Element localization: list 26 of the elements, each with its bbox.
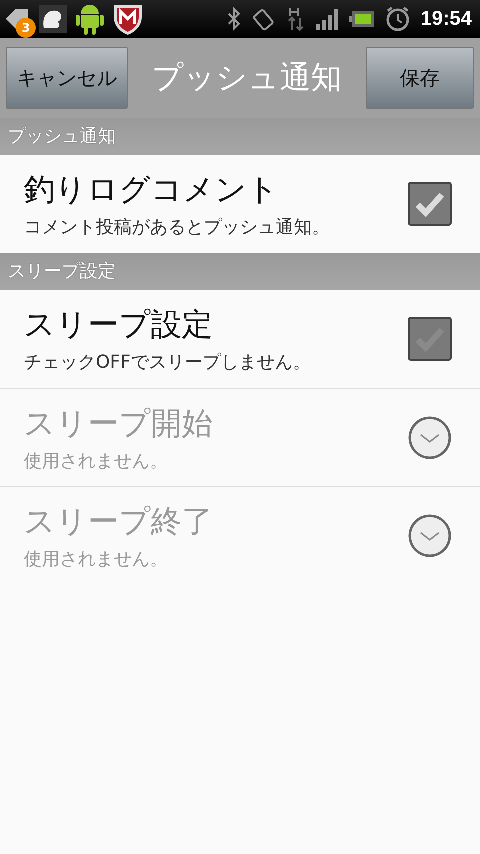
screen-title: プッシュ通知 [152,59,342,98]
setting-title: スリープ設定 [24,306,214,345]
setting-title: 釣りログコメント [24,171,280,210]
setting-summary: コメント投稿があるとプッシュ通知。 [24,216,330,239]
data-arrows-icon [286,6,305,32]
notification-badge: 3 [16,18,36,38]
section-header: プッシュ通知 [0,118,480,155]
dropdown-circle-icon[interactable] [408,514,452,558]
dropdown-circle-icon[interactable] [408,416,452,460]
android-icon [76,2,104,36]
bluetooth-icon [226,7,241,31]
save-button[interactable]: 保存 [366,47,474,109]
checkbox[interactable] [408,182,452,226]
setting-summary: 使用されません。 [24,548,169,570]
setting-title: スリープ終了 [24,502,213,542]
setting-summary: 使用されません。 [24,450,169,472]
checkbox[interactable] [408,317,452,361]
cancel-button[interactable]: キャンセル [6,47,128,109]
battery-icon [348,10,375,28]
setting-summary: チェックOFFでスリープしません。 [24,351,311,374]
alarm-clock-icon [384,6,411,32]
setting-title: スリープ開始 [24,404,213,444]
signal-icon [314,7,339,31]
shield-icon [112,2,144,36]
clock-time: 19:54 [420,8,472,30]
section-header: スリープ設定 [0,253,480,290]
